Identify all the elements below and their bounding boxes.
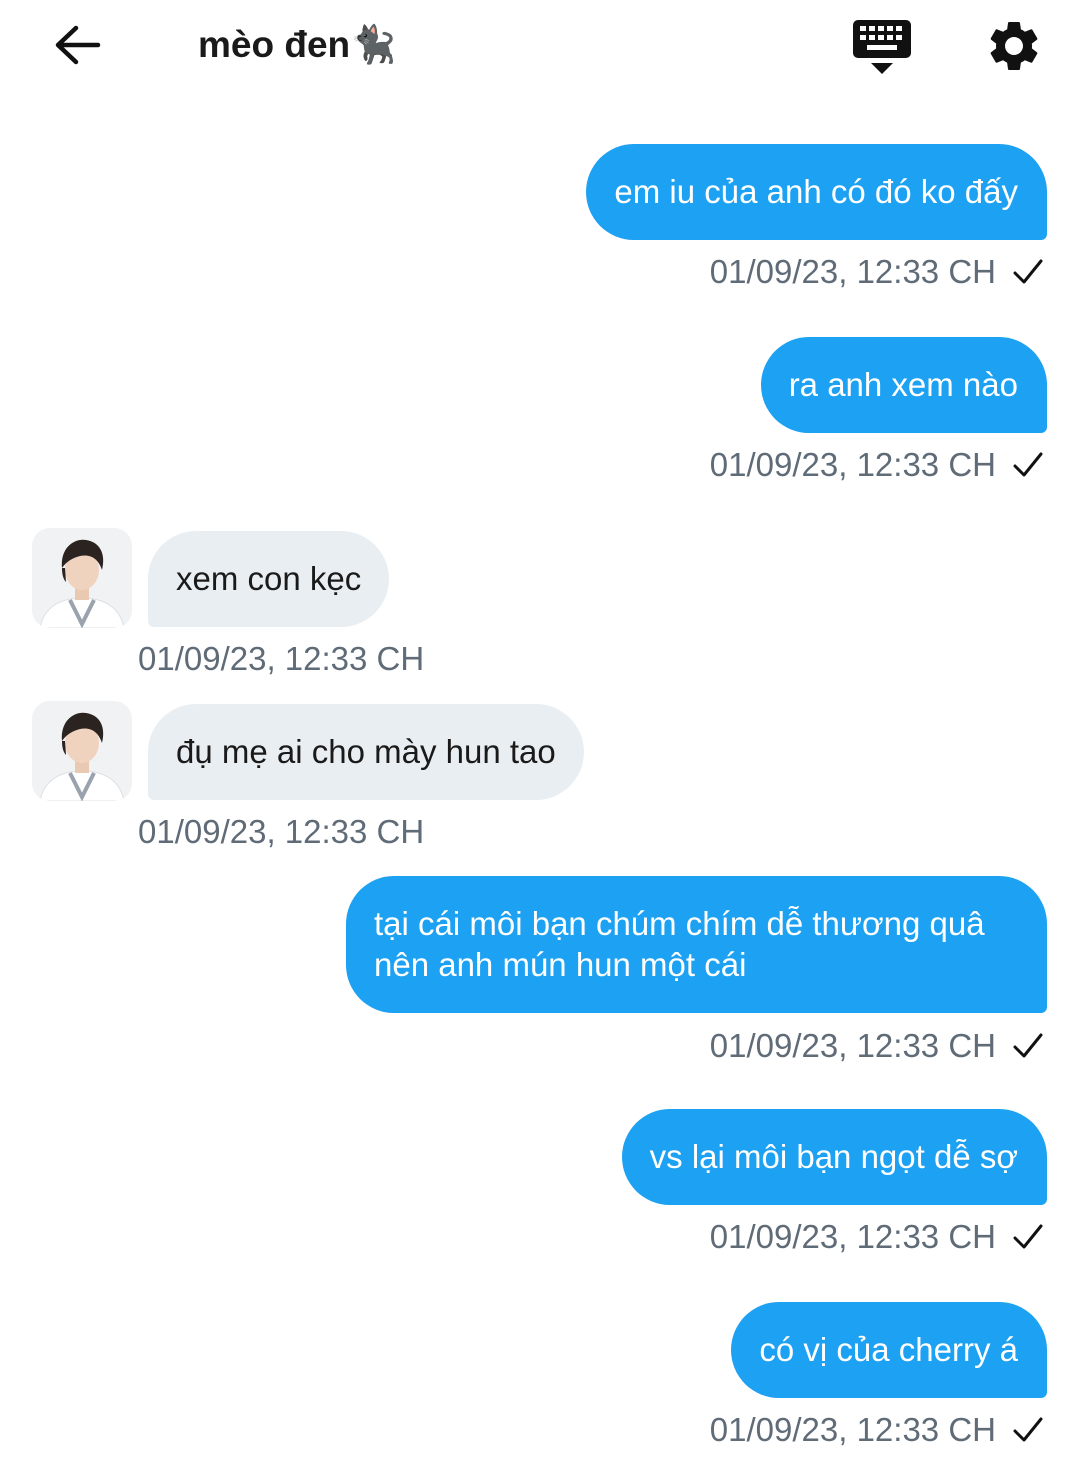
keyboard-button[interactable]	[850, 18, 914, 76]
message-timestamp: 01/09/23, 12:33 CH	[710, 1026, 1044, 1066]
outgoing-message-bubble[interactable]: em iu của anh có đó ko đấy	[586, 144, 1047, 240]
chat-header: mèo đen🐈‍⬛	[0, 0, 1080, 92]
check-icon	[1013, 452, 1043, 477]
avatar[interactable]	[32, 528, 132, 628]
message-text: xem con kẹc	[176, 560, 362, 597]
message-text: tại cái môi bạn chúm chím dễ thương quâ …	[374, 905, 985, 983]
message-timestamp: 01/09/23, 12:33 CH	[710, 1217, 1044, 1257]
outgoing-message-bubble[interactable]: ra anh xem nào	[760, 337, 1047, 433]
message-timestamp: 01/09/23, 12:33 CH	[710, 445, 1044, 485]
check-icon	[1013, 1224, 1043, 1249]
settings-button[interactable]	[984, 16, 1044, 76]
timestamp-text: 01/09/23, 12:33 CH	[709, 446, 996, 483]
arrow-left-icon	[55, 25, 101, 65]
outgoing-message-bubble[interactable]: tại cái môi bạn chúm chím dễ thương quâ …	[346, 876, 1047, 1013]
message-text: vs lại môi bạn ngọt dễ sợ	[649, 1138, 1018, 1175]
timestamp-text: 01/09/23, 12:33 CH	[138, 813, 425, 850]
message-timestamp: 01/09/23, 12:33 CH	[138, 812, 424, 852]
outgoing-message-bubble[interactable]: có vị của cherry á	[731, 1302, 1047, 1398]
message-timestamp: 01/09/23, 12:33 CH	[710, 1410, 1044, 1450]
timestamp-text: 01/09/23, 12:33 CH	[138, 640, 425, 677]
check-icon	[1013, 1417, 1043, 1442]
avatar[interactable]	[32, 701, 132, 801]
message-timestamp: 01/09/23, 12:33 CH	[710, 252, 1044, 292]
avatar-image	[32, 701, 132, 801]
check-icon	[1013, 1033, 1043, 1058]
timestamp-text: 01/09/23, 12:33 CH	[709, 1218, 996, 1255]
contact-name: mèo đen	[198, 24, 351, 65]
back-button[interactable]	[50, 20, 104, 70]
outgoing-message-bubble[interactable]: vs lại môi bạn ngọt dễ sợ	[621, 1109, 1047, 1205]
timestamp-text: 01/09/23, 12:33 CH	[709, 1027, 996, 1064]
check-icon	[1013, 259, 1043, 284]
message-text: em iu của anh có đó ko đấy	[614, 173, 1018, 210]
incoming-message-bubble[interactable]: đụ mẹ ai cho mày hun tao	[148, 704, 584, 800]
incoming-message-bubble[interactable]: xem con kẹc	[148, 531, 390, 627]
message-text: có vị của cherry á	[759, 1331, 1018, 1368]
keyboard-icon	[853, 20, 911, 74]
timestamp-text: 01/09/23, 12:33 CH	[709, 1411, 996, 1448]
message-text: đụ mẹ ai cho mày hun tao	[176, 733, 556, 770]
chat-title: mèo đen🐈‍⬛	[198, 22, 396, 68]
message-timestamp: 01/09/23, 12:33 CH	[138, 639, 424, 679]
timestamp-text: 01/09/23, 12:33 CH	[709, 253, 996, 290]
black-cat-emoji: 🐈‍⬛	[350, 24, 397, 65]
avatar-image	[32, 528, 132, 628]
gear-icon	[990, 21, 1038, 70]
chat-screen: mèo đen🐈‍⬛ em iu của anh có đó ko đấy 01…	[0, 0, 1080, 1467]
message-text: ra anh xem nào	[788, 366, 1018, 403]
